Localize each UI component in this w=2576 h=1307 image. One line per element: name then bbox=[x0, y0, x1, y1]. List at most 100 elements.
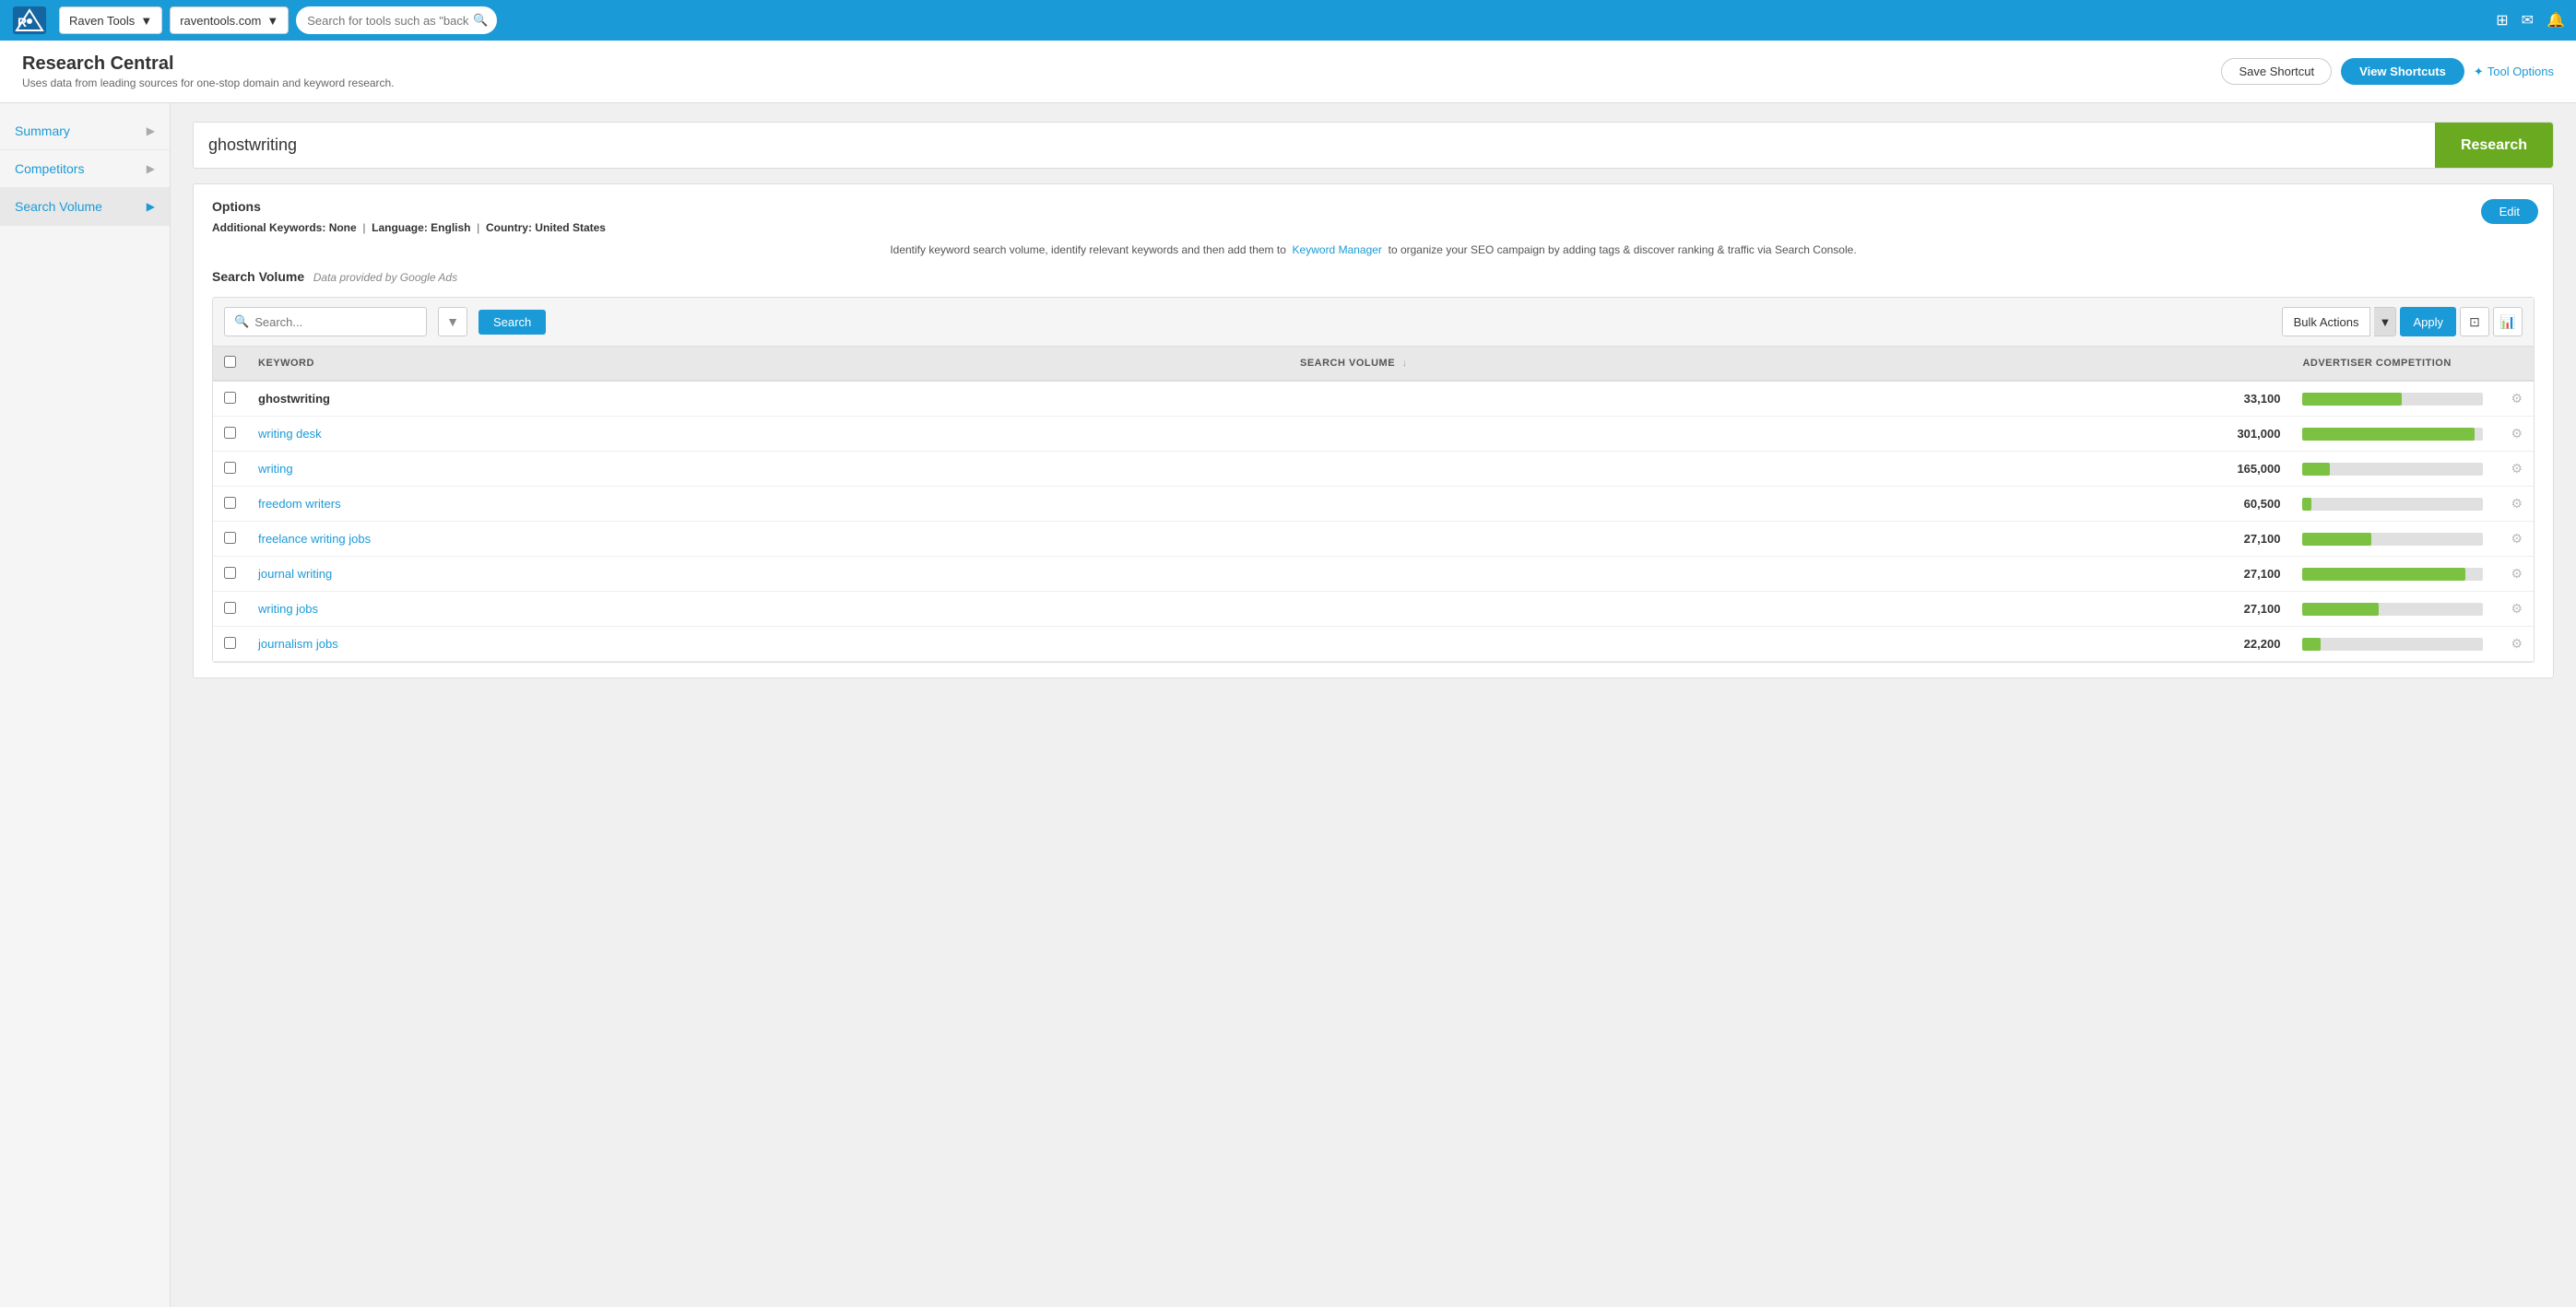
competition-bar-fill bbox=[2302, 603, 2378, 616]
workspace-label: Raven Tools bbox=[69, 14, 135, 28]
nav-icons: ⊞ ✉ 🔔 bbox=[2496, 11, 2565, 29]
view-shortcuts-button[interactable]: View Shortcuts bbox=[2341, 58, 2464, 85]
table-search-input[interactable] bbox=[254, 315, 417, 329]
main-content: Research Options Additional Keywords: No… bbox=[171, 103, 2576, 1307]
gear-icon[interactable]: ⚙ bbox=[2511, 461, 2523, 476]
action-cell: ⚙ bbox=[2494, 417, 2534, 452]
keyword-link[interactable]: writing jobs bbox=[258, 602, 318, 616]
gear-icon[interactable]: ⚙ bbox=[2511, 566, 2523, 581]
save-shortcut-button[interactable]: Save Shortcut bbox=[2221, 58, 2332, 85]
header-search-volume[interactable]: SEARCH VOLUME ↓ bbox=[1289, 347, 2291, 381]
gear-icon[interactable]: ⚙ bbox=[2511, 426, 2523, 441]
tool-options-button[interactable]: ✦ Tool Options bbox=[2474, 65, 2554, 79]
global-search-input[interactable] bbox=[296, 6, 497, 34]
row-checkbox[interactable] bbox=[224, 427, 236, 439]
bulk-actions-dropdown[interactable]: Bulk Actions bbox=[2282, 307, 2371, 336]
additional-keywords-value: None bbox=[329, 221, 357, 234]
bulk-actions-chevron-icon: ▼ bbox=[2380, 315, 2392, 329]
additional-keywords-label: Additional Keywords: bbox=[212, 221, 325, 234]
page-header: Research Central Uses data from leading … bbox=[0, 41, 2576, 103]
competition-bar-fill bbox=[2302, 568, 2464, 581]
competition-bar-bg bbox=[2302, 533, 2483, 546]
table-toolbar: 🔍 ▼ Search Bulk Actions ▼ Apply ⊡ bbox=[213, 298, 2534, 347]
keyword-link[interactable]: writing desk bbox=[258, 427, 322, 441]
action-cell: ⚙ bbox=[2494, 627, 2534, 662]
grid-icon-button[interactable]: ⊞ bbox=[2496, 11, 2508, 29]
competition-bar-fill bbox=[2302, 428, 2474, 441]
search-volume-cell: 27,100 bbox=[1289, 592, 2291, 627]
row-checkbox[interactable] bbox=[224, 462, 236, 474]
search-volume-title: Search Volume bbox=[212, 269, 304, 284]
gear-icon[interactable]: ⚙ bbox=[2511, 391, 2523, 406]
keyword-cell: writing bbox=[247, 452, 1289, 487]
keyword-cell: writing desk bbox=[247, 417, 1289, 452]
keyword-link[interactable]: journalism jobs bbox=[258, 637, 338, 651]
table-header-row: KEYWORD SEARCH VOLUME ↓ ADVERTISER COMPE… bbox=[213, 347, 2534, 381]
gear-icon[interactable]: ⚙ bbox=[2511, 636, 2523, 651]
table-view-toggle[interactable]: ⊡ bbox=[2460, 307, 2489, 336]
sidebar-item-competitors[interactable]: Competitors ▶ bbox=[0, 150, 170, 188]
header-checkbox-cell bbox=[213, 347, 247, 381]
sort-arrow-icon: ↓ bbox=[1402, 358, 1408, 369]
page-header-left: Research Central Uses data from leading … bbox=[22, 53, 395, 89]
table-search-button[interactable]: Search bbox=[479, 310, 546, 335]
gear-icon[interactable]: ⚙ bbox=[2511, 531, 2523, 546]
language-label: Language: bbox=[372, 221, 428, 234]
keyword-link[interactable]: writing bbox=[258, 462, 293, 476]
bulk-actions-arrow[interactable]: ▼ bbox=[2374, 307, 2396, 336]
bulk-actions-label: Bulk Actions bbox=[2294, 315, 2359, 329]
options-info-text: Identify keyword search volume, identify… bbox=[890, 243, 1286, 256]
competition-bar-fill bbox=[2302, 638, 2321, 651]
keyword-link[interactable]: freedom writers bbox=[258, 497, 341, 511]
action-cell: ⚙ bbox=[2494, 592, 2534, 627]
page-subtitle: Uses data from leading sources for one-s… bbox=[22, 77, 395, 89]
competition-bar-wrap bbox=[2302, 533, 2483, 546]
competition-bar-bg bbox=[2302, 498, 2483, 511]
country-value: United States bbox=[535, 221, 606, 234]
keyword-link[interactable]: freelance writing jobs bbox=[258, 532, 371, 546]
header-advertiser-competition: ADVERTISER COMPETITION bbox=[2291, 347, 2494, 381]
competition-bar-bg bbox=[2302, 603, 2483, 616]
search-volume-cell: 33,100 bbox=[1289, 381, 2291, 417]
row-checkbox[interactable] bbox=[224, 637, 236, 649]
options-title: Options bbox=[212, 199, 2535, 214]
competition-bar-wrap bbox=[2302, 568, 2483, 581]
edit-button[interactable]: Edit bbox=[2481, 199, 2538, 224]
competition-bar-bg bbox=[2302, 568, 2483, 581]
domain-dropdown[interactable]: raventools.com ▼ bbox=[170, 6, 289, 34]
keyword-cell: freelance writing jobs bbox=[247, 522, 1289, 557]
chevron-right-icon-2: ▶ bbox=[147, 162, 155, 175]
keyword-cell: freedom writers bbox=[247, 487, 1289, 522]
gear-icon[interactable]: ⚙ bbox=[2511, 601, 2523, 616]
gear-icon[interactable]: ⚙ bbox=[2511, 496, 2523, 511]
row-checkbox[interactable] bbox=[224, 567, 236, 579]
action-cell: ⚙ bbox=[2494, 522, 2534, 557]
select-all-checkbox[interactable] bbox=[224, 356, 236, 368]
row-checkbox[interactable] bbox=[224, 532, 236, 544]
row-checkbox[interactable] bbox=[224, 602, 236, 614]
chevron-right-icon-3: ▶ bbox=[147, 200, 155, 213]
table-row: journal writing27,100⚙ bbox=[213, 557, 2534, 592]
keyword-manager-link[interactable]: Keyword Manager bbox=[1293, 243, 1382, 256]
keyword-input[interactable] bbox=[194, 123, 2435, 168]
apply-button[interactable]: Apply bbox=[2400, 307, 2456, 336]
workspace-dropdown[interactable]: Raven Tools ▼ bbox=[59, 6, 162, 34]
chat-icon-button[interactable]: ✉ bbox=[2522, 11, 2534, 29]
keyword-cell: ghostwriting bbox=[247, 381, 1289, 417]
bell-icon-button[interactable]: 🔔 bbox=[2546, 11, 2565, 29]
research-button[interactable]: Research bbox=[2435, 123, 2553, 168]
action-cell: ⚙ bbox=[2494, 557, 2534, 592]
row-checkbox-cell bbox=[213, 627, 247, 662]
competition-cell bbox=[2291, 381, 2494, 417]
sidebar-item-summary[interactable]: Summary ▶ bbox=[0, 112, 170, 150]
row-checkbox[interactable] bbox=[224, 392, 236, 404]
search-volume-cell: 27,100 bbox=[1289, 522, 2291, 557]
keyword-link[interactable]: journal writing bbox=[258, 567, 332, 581]
row-checkbox[interactable] bbox=[224, 497, 236, 509]
bulk-actions-wrap: Bulk Actions ▼ Apply ⊡ 📊 bbox=[2282, 307, 2523, 336]
data-table: KEYWORD SEARCH VOLUME ↓ ADVERTISER COMPE… bbox=[213, 347, 2534, 662]
sidebar-item-search-volume[interactable]: Search Volume ▶ bbox=[0, 188, 170, 226]
filter-icon-button[interactable]: ▼ bbox=[438, 307, 467, 336]
chart-view-toggle[interactable]: 📊 bbox=[2493, 307, 2523, 336]
keyword-cell: writing jobs bbox=[247, 592, 1289, 627]
